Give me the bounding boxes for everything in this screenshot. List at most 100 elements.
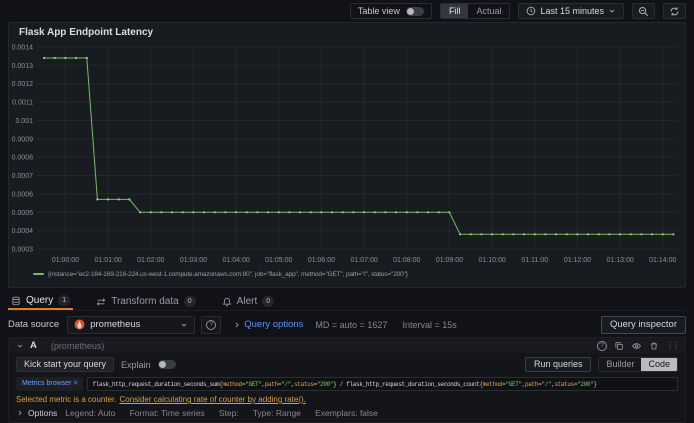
explain-label: Explain [121,359,151,370]
svg-text:0.0014: 0.0014 [12,45,34,52]
counter-hint-text: Selected metric is a counter. [16,395,117,404]
svg-text:0.0013: 0.0013 [12,63,34,70]
query-ref-id: A [30,340,37,351]
svg-text:01:11:00: 01:11:00 [521,257,548,264]
prometheus-logo-icon [74,319,85,330]
tab-query-label: Query [26,295,54,306]
copy-icon[interactable] [614,341,624,351]
options-summary: Legend: Auto Format: Time series Step: T… [65,408,378,418]
datasource-picker[interactable]: prometheus [67,315,196,334]
query-inspector-button[interactable]: Query inspector [600,315,686,334]
svg-text:01:01:00: 01:01:00 [94,257,121,264]
tab-transform-data[interactable]: Transform data 0 [93,292,198,310]
code-option[interactable]: Code [641,358,677,371]
chevron-down-icon [181,323,187,327]
query-editor-row: Metrics browser > flask_http_request_dur… [9,372,685,391]
legend[interactable]: {instance="ec2-184-169-216-224.us-west-1… [9,269,685,279]
query-toolbar: Kick start your query Explain Run querie… [9,353,685,372]
chevron-right-icon [235,322,239,327]
datasource-row: Data source prometheus ? Query options M… [8,315,686,334]
svg-text:0.0005: 0.0005 [12,210,34,217]
time-series-chart[interactable]: 0.0003 0.0004 0.0005 0.0006 0.0007 0.0008 0.00… [9,41,685,267]
zoom-out-button[interactable] [632,3,655,19]
svg-text:0.0011: 0.0011 [12,100,33,107]
series-label: {instance="ec2-184-169-216-224.us-west-1… [48,270,408,278]
svg-text:0.0012: 0.0012 [12,81,34,88]
magnifier-minus-icon [638,6,649,16]
clock-icon [527,6,536,16]
counter-hint-row: Selected metric is a counter. Consider c… [9,391,685,404]
chevron-down-icon [609,9,615,13]
panel-title: Flask App Endpoint Latency [19,27,154,38]
shuffle-icon [96,297,106,306]
series-color-swatch [33,273,44,275]
query-help-button[interactable]: ? [597,340,607,351]
query-options-toggle[interactable]: Query options [233,319,303,330]
tab-alert-label: Alert [236,296,258,307]
database-icon [12,296,20,305]
fill-option[interactable]: Fill [440,4,469,18]
svg-text:01:12:00: 01:12:00 [564,257,591,264]
svg-text:0.0006: 0.0006 [12,191,34,198]
tab-transform-label: Transform data [111,296,179,307]
tab-alert-count: 0 [262,296,275,307]
trash-icon[interactable] [649,341,659,351]
svg-text:0.0007: 0.0007 [12,173,34,180]
options-label: Options [28,408,58,418]
svg-text:0.0008: 0.0008 [12,155,34,162]
add-rate-hint-link[interactable]: Consider calculating rate of counter by … [120,395,306,404]
svg-text:01:06:00: 01:06:00 [308,257,335,264]
help-circle-icon: ? [206,319,217,330]
builder-code-toggle: Builder Code [598,357,678,372]
svg-text:01:13:00: 01:13:00 [606,257,633,264]
timeseries-panel: Flask App Endpoint Latency 0.0003 0.0004 0… [8,22,686,288]
table-view-toggle[interactable] [405,6,424,16]
metrics-browser-toggle[interactable]: Metrics browser > [16,377,84,391]
svg-text:01:10:00: 01:10:00 [478,257,505,264]
tab-transform-count: 0 [183,296,196,307]
query-row-header[interactable]: A (prometheus) ? ⋮⋮ [9,338,685,353]
fill-actual-toggle: Fill Actual [439,3,511,19]
svg-text:01:08:00: 01:08:00 [393,257,420,264]
datasource-label: Data source [8,319,60,330]
tab-query[interactable]: Query 1 [8,292,74,310]
editor-tabs: Query 1 Transform data 0 Alert 0 [8,292,686,311]
query-options-summary: MD = auto = 1627 Interval = 15s [315,319,457,330]
builder-option[interactable]: Builder [599,358,642,371]
svg-text:01:00:00: 01:00:00 [52,257,79,264]
table-view-group: Table view [349,3,432,19]
query-datasource-hint: (prometheus) [50,340,105,351]
tab-query-count: 1 [58,295,71,306]
tab-alert[interactable]: Alert 0 [219,292,278,310]
svg-text:01:09:00: 01:09:00 [436,257,463,264]
kick-start-button[interactable]: Kick start your query [16,357,115,372]
sync-icon [670,6,679,16]
svg-text:01:07:00: 01:07:00 [350,257,377,264]
svg-text:01:02:00: 01:02:00 [137,257,164,264]
promql-code-editor[interactable]: flask_http_request_duration_seconds_sum{… [87,377,678,391]
svg-text:01:04:00: 01:04:00 [222,257,249,264]
query-options-row[interactable]: Options Legend: Auto Format: Time series… [9,404,685,418]
query-row-actions: ? ⋮⋮ [597,340,680,351]
explain-toggle[interactable] [157,360,176,369]
svg-text:0.0004: 0.0004 [12,228,34,235]
actual-option[interactable]: Actual [468,4,509,18]
refresh-button[interactable] [663,3,686,19]
datasource-value: prometheus [90,319,141,330]
svg-text:0.0003: 0.0003 [12,247,34,254]
svg-text:0.001: 0.001 [15,118,33,125]
svg-text:01:05:00: 01:05:00 [265,257,292,264]
help-circle-icon: ? [597,340,607,351]
time-range-label: Last 15 minutes [540,6,604,16]
datasource-help-button[interactable]: ? [201,315,222,334]
eye-icon[interactable] [631,341,642,351]
bell-icon [222,297,231,306]
time-range-picker[interactable]: Last 15 minutes [518,3,624,19]
svg-text:0.0009: 0.0009 [12,136,34,143]
run-queries-button[interactable]: Run queries [524,357,592,372]
svg-text:01:03:00: 01:03:00 [180,257,207,264]
drag-handle[interactable]: ⋮⋮ [666,341,680,350]
query-row-a: A (prometheus) ? ⋮⋮ Kick start your quer… [8,337,686,423]
chevron-right-icon [18,410,22,416]
table-view-label: Table view [357,6,400,16]
